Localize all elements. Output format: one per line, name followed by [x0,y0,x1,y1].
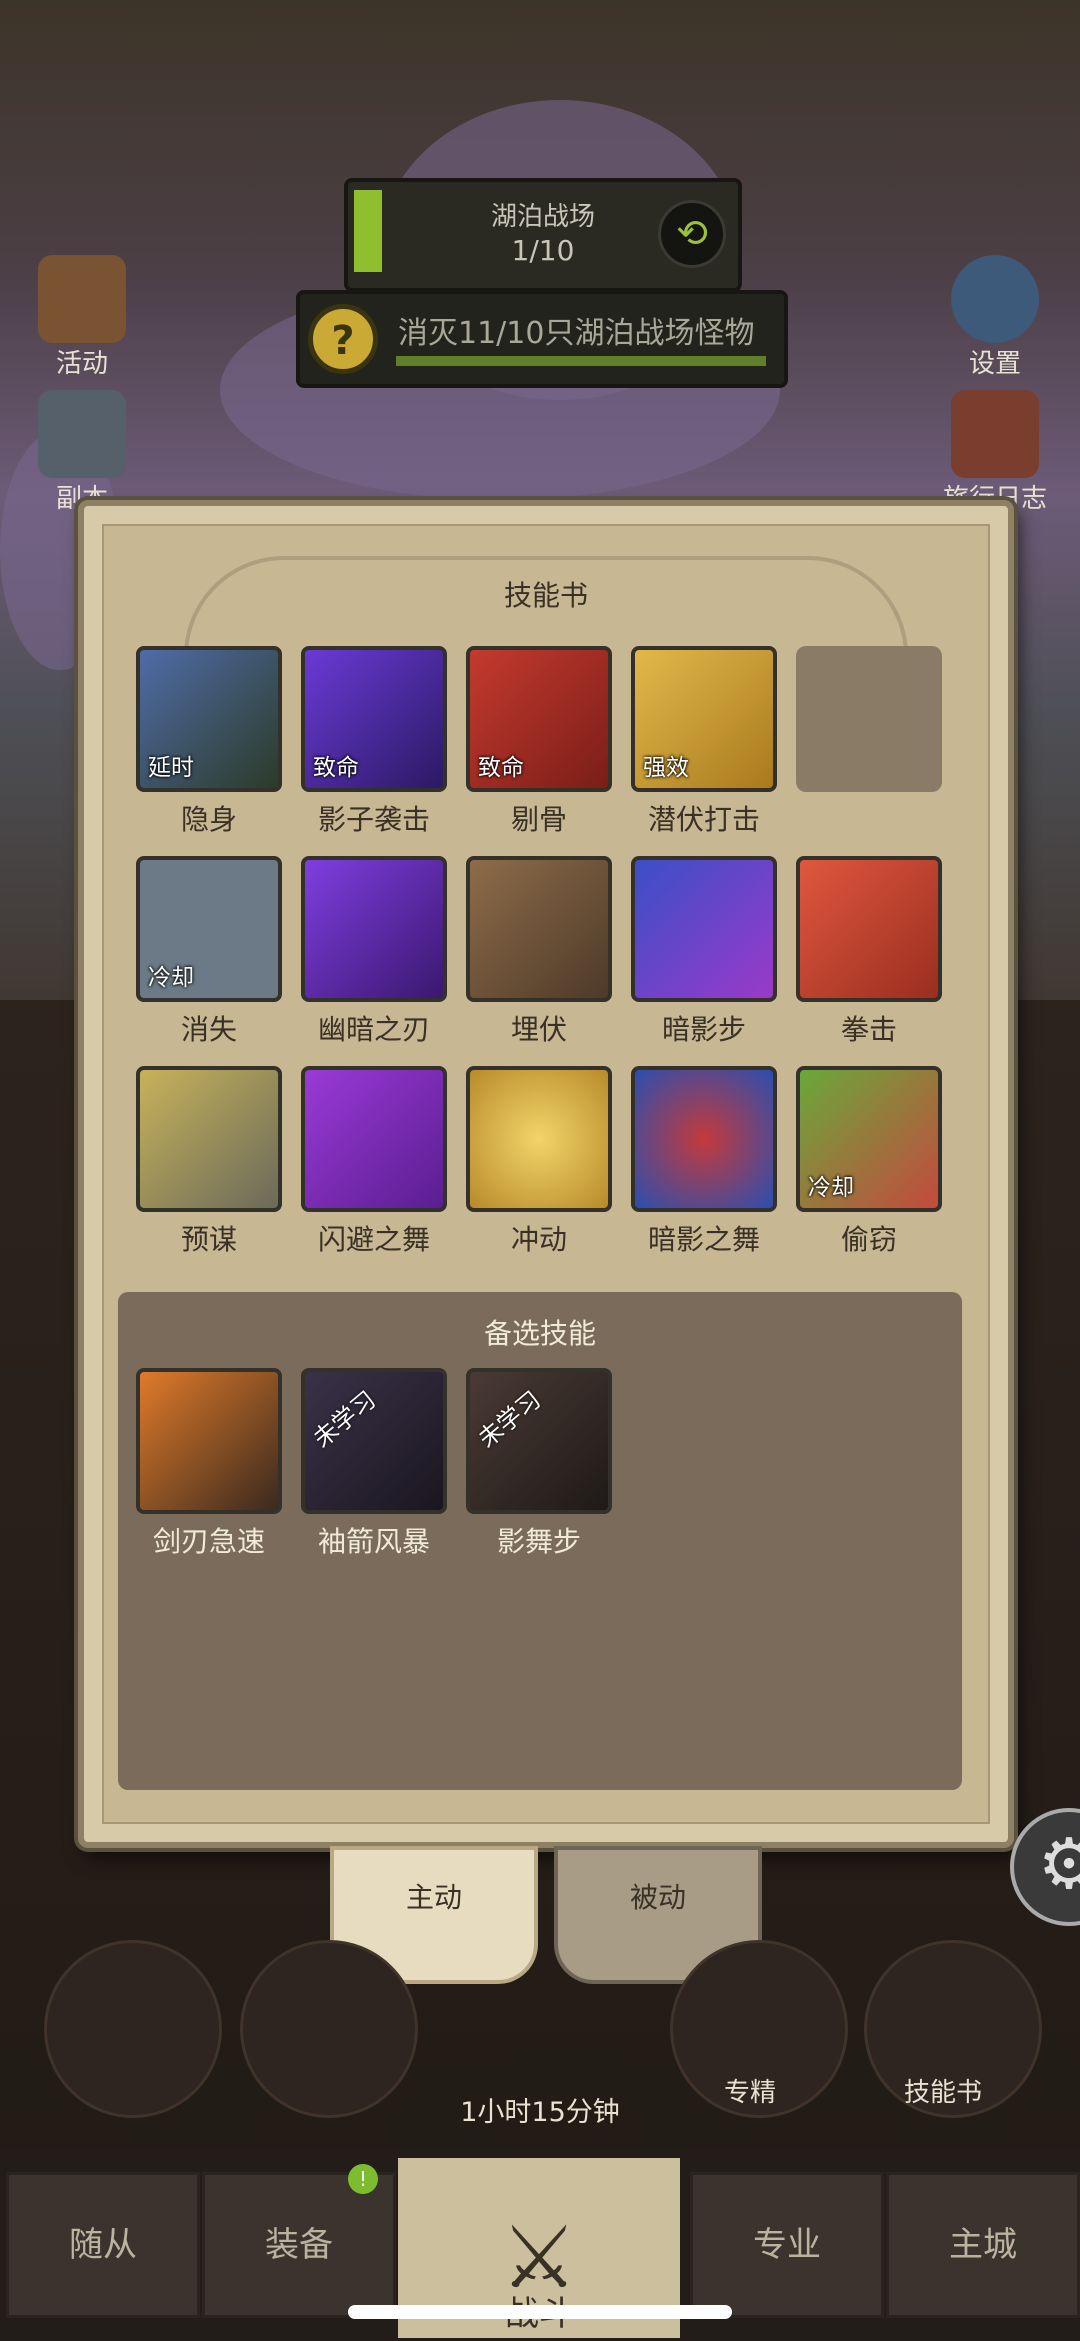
skill-slot-ambush[interactable]: 埋伏 [464,856,614,1048]
skill-name: 预谋 [180,1223,237,1256]
dungeon-button[interactable]: 副本 [22,390,142,515]
stealth-icon: 延时 [136,646,282,792]
skill-slot-stealth[interactable]: 延时 隐身 [134,646,284,838]
nav-equipment[interactable]: 装备 [202,2172,396,2318]
travel-log-button[interactable]: 旅行日志 [935,390,1055,515]
skill-slot-premeditation[interactable]: 预谋 [134,1066,284,1258]
skill-name: 埋伏 [510,1013,567,1046]
skill-name: 暗影步 [661,1013,746,1046]
shadow-dance-icon [631,1066,777,1212]
skill-slot-dark-blade[interactable]: 幽暗之刃 [299,856,449,1048]
eviscerate-icon: 致命 [466,646,612,792]
skill-slot-shadow-step[interactable]: 暗影步 [629,856,779,1048]
notification-badge: ! [348,2164,378,2194]
quest-goal-progress-bar [396,356,766,366]
ambush-strike-icon: 强效 [631,646,777,792]
quest-goal-box[interactable]: ? 消灭11/10只湖泊战场怪物 [296,290,788,388]
alt-skill-shadow-dance-step[interactable]: 未学习 影舞步 [464,1368,614,1560]
unlearned-tag: 未学习 [473,1385,547,1454]
skill-name: 隐身 [180,803,237,836]
skill-slot-empty[interactable] [794,646,944,798]
chest-timer: 1小时15分钟 [460,2097,620,2128]
nav-profession[interactable]: 专业 [690,2172,884,2318]
skill-slot-vanish[interactable]: 冷却 消失 [134,856,284,1048]
gear-icon [951,255,1039,343]
impulse-icon [466,1066,612,1212]
alt-skill-blade-haste[interactable]: 剑刃急速 [134,1368,284,1560]
skill-tag: 强效 [643,755,689,781]
dungeon-icon [38,390,126,478]
quest-progress-box[interactable]: 湖泊战场 1/10 ⟲ [344,178,742,292]
settings-label: 设置 [968,349,1021,379]
blade-haste-icon [136,1368,282,1514]
skill-name: 影舞步 [496,1525,581,1558]
home-indicator[interactable] [348,2305,732,2319]
skill-tag: 致命 [313,755,359,781]
punch-icon [796,856,942,1002]
steal-icon: 冷却 [796,1066,942,1212]
skill-name: 冲动 [510,1223,567,1256]
refresh-icon[interactable]: ⟲ [658,200,726,268]
skill-slot-shadow-dance[interactable]: 暗影之舞 [629,1066,779,1258]
skill-slot-shadow-strike[interactable]: 致命 影子袭击 [299,646,449,838]
sleeve-arrow-storm-icon: 未学习 [301,1368,447,1514]
shadow-strike-icon: 致命 [301,646,447,792]
question-icon: ? [308,304,378,374]
dark-blade-icon [301,856,447,1002]
skill-name: 剔骨 [510,803,567,836]
ambush-icon [466,856,612,1002]
skill-name: 影子袭击 [317,803,430,836]
skill-tag: 延时 [148,755,194,781]
skill-name: 拳击 [840,1013,897,1046]
activity-label: 活动 [55,349,108,379]
empty-slot [796,646,942,792]
nav-city[interactable]: 主城 [886,2172,1080,2318]
book-icon [951,390,1039,478]
nav-followers[interactable]: 随从 [6,2172,200,2318]
evasion-dance-icon [301,1066,447,1212]
skillbook-title: 技能书 [503,579,588,612]
shadow-dance-step-icon: 未学习 [466,1368,612,1514]
skill-slot-eviscerate[interactable]: 致命 剔骨 [464,646,614,838]
skill-slot-ambush-strike[interactable]: 强效 潜伏打击 [629,646,779,838]
skill-name: 剑刃急速 [152,1525,265,1558]
skill-slot-punch[interactable]: 拳击 [794,856,944,1048]
skill-slot-steal[interactable]: 冷却 偷窃 [794,1066,944,1258]
alt-skill-sleeve-arrow-storm[interactable]: 未学习 袖箭风暴 [299,1368,449,1560]
activity-button[interactable]: 活动 [22,255,142,380]
skill-name: 暗影之舞 [647,1223,760,1256]
activity-icon [38,255,126,343]
settings-button[interactable]: 设置 [935,255,1055,380]
shadow-step-icon [631,856,777,1002]
skill-name: 潜伏打击 [647,803,760,836]
skill-slot-impulse[interactable]: 冲动 [464,1066,614,1258]
skill-name: 幽暗之刃 [317,1013,430,1046]
skill-name: 消失 [180,1013,237,1046]
premeditation-icon [136,1066,282,1212]
skill-name: 偷窃 [840,1223,897,1256]
vanish-icon: 冷却 [136,856,282,1002]
skill-slot-evasion-dance[interactable]: 闪避之舞 [299,1066,449,1258]
skill-tag: 冷却 [148,965,194,991]
quest-goal-text: 消灭11/10只湖泊战场怪物 [398,316,755,351]
alternate-skills-title: 备选技能 [483,1317,596,1350]
unlearned-tag: 未学习 [308,1385,382,1454]
skill-tag: 致命 [478,755,524,781]
skill-name: 袖箭风暴 [317,1525,430,1558]
skill-tag: 冷却 [808,1175,854,1201]
skill-name: 闪避之舞 [317,1223,430,1256]
